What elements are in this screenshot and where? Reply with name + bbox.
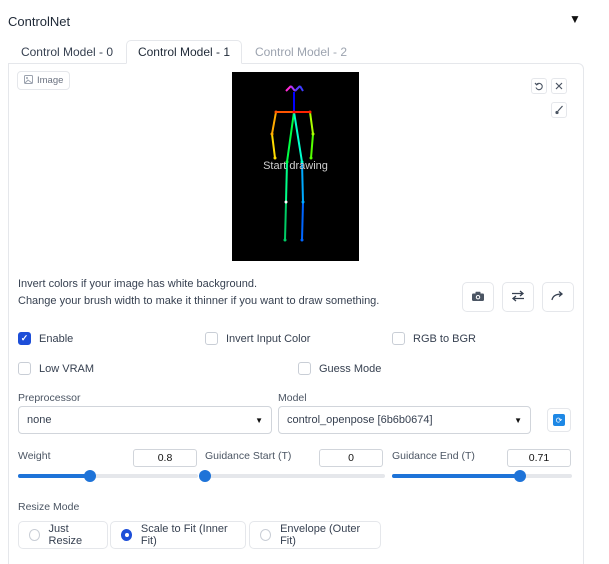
guidance-end-input[interactable]: 0.71 bbox=[507, 449, 571, 467]
help-text-brush: Change your brush width to make it thinn… bbox=[18, 295, 380, 307]
enable-checkbox[interactable]: ✓ bbox=[18, 332, 31, 345]
rgb-to-bgr-checkbox[interactable] bbox=[392, 332, 405, 345]
slider-thumb[interactable] bbox=[199, 470, 211, 482]
model-value: control_openpose [6b6b0674] bbox=[287, 414, 433, 426]
resize-option-scale-to-fit[interactable]: Scale to Fit (Inner Fit) bbox=[110, 521, 246, 549]
drawing-canvas[interactable]: Start drawing bbox=[232, 72, 359, 261]
brush-icon[interactable] bbox=[551, 102, 567, 118]
collapse-toggle-icon[interactable]: ▼ bbox=[569, 12, 581, 26]
enable-checkbox-row[interactable]: ✓ Enable bbox=[18, 332, 73, 345]
model-select[interactable]: control_openpose [6b6b0674] ▼ bbox=[278, 406, 531, 434]
slider-track bbox=[205, 474, 385, 478]
slider-thumb[interactable] bbox=[84, 470, 96, 482]
image-icon bbox=[24, 74, 33, 87]
resize-option-envelope[interactable]: Envelope (Outer Fit) bbox=[249, 521, 381, 549]
low-vram-label: Low VRAM bbox=[39, 362, 95, 375]
invert-input-color-row[interactable]: Invert Input Color bbox=[205, 332, 310, 345]
envelope-label: Envelope (Outer Fit) bbox=[280, 523, 361, 547]
refresh-icon: ⟳ bbox=[553, 414, 565, 426]
image-label-text: Image bbox=[37, 75, 64, 86]
rgb-to-bgr-label: RGB to BGR bbox=[413, 332, 476, 345]
slider-fill bbox=[392, 474, 520, 478]
just-resize-label: Just Resize bbox=[48, 523, 83, 547]
tab-control-model-2[interactable]: Control Model - 2 bbox=[248, 40, 354, 64]
weight-slider[interactable] bbox=[18, 470, 198, 482]
chevron-down-icon: ▼ bbox=[514, 415, 522, 425]
guess-mode-checkbox[interactable] bbox=[298, 362, 311, 375]
swap-arrows-icon bbox=[511, 290, 525, 305]
guess-mode-label: Guess Mode bbox=[319, 362, 382, 375]
rgb-to-bgr-row[interactable]: RGB to BGR bbox=[392, 332, 476, 345]
weight-label: Weight bbox=[18, 450, 51, 462]
radio-scale-to-fit[interactable] bbox=[121, 529, 132, 541]
help-text-invert: Invert colors if your image has white ba… bbox=[18, 278, 258, 290]
guidance-start-input[interactable]: 0 bbox=[319, 449, 383, 467]
radio-envelope[interactable] bbox=[260, 529, 272, 541]
slider-thumb[interactable] bbox=[513, 470, 526, 482]
image-block-label: Image bbox=[17, 71, 71, 90]
guidance-start-slider[interactable] bbox=[199, 470, 385, 482]
refresh-models-button[interactable]: ⟳ bbox=[547, 408, 571, 432]
resize-mode-label: Resize Mode bbox=[18, 501, 80, 513]
tab-control-model-1[interactable]: Control Model - 1 bbox=[126, 40, 242, 64]
invert-input-color-label: Invert Input Color bbox=[226, 332, 311, 345]
low-vram-row[interactable]: Low VRAM bbox=[18, 362, 94, 375]
guess-mode-row[interactable]: Guess Mode bbox=[298, 362, 381, 375]
scale-to-fit-label: Scale to Fit (Inner Fit) bbox=[140, 523, 228, 547]
slider-fill bbox=[18, 474, 90, 478]
guidance-start-label: Guidance Start (T) bbox=[205, 450, 292, 462]
guidance-end-label: Guidance End (T) bbox=[392, 450, 475, 462]
invert-input-color-checkbox[interactable] bbox=[205, 332, 218, 345]
swap-button[interactable] bbox=[502, 282, 534, 312]
chevron-down-icon: ▼ bbox=[255, 415, 263, 425]
canvas-hint: Start drawing bbox=[263, 160, 328, 172]
undo-icon[interactable] bbox=[531, 78, 547, 94]
preprocessor-label: Preprocessor bbox=[18, 392, 81, 404]
model-label: Model bbox=[278, 392, 307, 404]
close-icon[interactable] bbox=[551, 78, 567, 94]
section-title: ControlNet bbox=[8, 14, 71, 29]
guidance-end-slider[interactable] bbox=[392, 470, 572, 482]
send-button[interactable] bbox=[542, 282, 574, 312]
tab-control-model-0[interactable]: Control Model - 0 bbox=[14, 40, 120, 64]
preprocessor-select[interactable]: none ▼ bbox=[18, 406, 272, 434]
camera-button[interactable] bbox=[462, 282, 494, 312]
preprocessor-value: none bbox=[27, 414, 52, 426]
low-vram-checkbox[interactable] bbox=[18, 362, 31, 375]
weight-input[interactable]: 0.8 bbox=[133, 449, 197, 467]
enable-label: Enable bbox=[39, 332, 74, 345]
resize-option-just-resize[interactable]: Just Resize bbox=[18, 521, 108, 549]
send-arrow-icon bbox=[551, 290, 565, 305]
radio-just-resize[interactable] bbox=[29, 529, 40, 541]
camera-icon bbox=[471, 290, 485, 305]
